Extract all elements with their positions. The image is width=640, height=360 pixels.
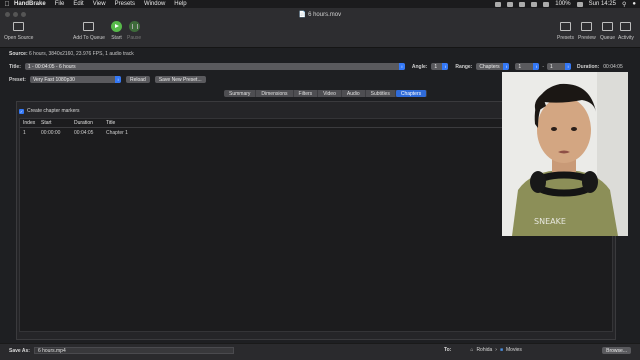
film-clapper-icon: [13, 21, 25, 32]
title-label: Title:: [9, 63, 21, 70]
bluetooth-icon[interactable]: [519, 1, 526, 7]
tab-dimensions[interactable]: Dimensions: [256, 90, 294, 97]
checkbox-checked-icon[interactable]: ✓: [19, 108, 24, 114]
column-title[interactable]: Title: [106, 120, 206, 126]
chapter-index: 1: [23, 129, 26, 136]
path-separator-icon: ›: [495, 347, 497, 353]
chevron-updown-icon: ↕: [565, 63, 572, 70]
source-info: Source: 6 hours, 3840x2160, 23.976 FPS, …: [9, 51, 134, 57]
preset-select[interactable]: Very Fast 1080p30 ↕: [29, 76, 121, 83]
tab-audio[interactable]: Audio: [342, 90, 366, 97]
range-separator: -: [542, 63, 545, 70]
column-duration[interactable]: Duration: [74, 120, 106, 126]
dropbox-icon[interactable]: [495, 1, 502, 7]
settings-tabs: Summary Dimensions Filters Video Audio S…: [224, 90, 428, 97]
chevron-updown-icon: ↕: [442, 63, 449, 70]
path-folder[interactable]: Movies: [506, 347, 522, 353]
window-toolbar: 📄 6 hours.mov Open Source Add To Queue S…: [0, 8, 640, 48]
source-value: 6 hours, 3840x2160, 23.976 FPS, 1 audio …: [29, 51, 134, 57]
menu-edit[interactable]: Edit: [73, 1, 83, 7]
battery-percent[interactable]: 100%: [555, 1, 570, 7]
menu-help[interactable]: Help: [174, 1, 186, 7]
home-folder-icon: ⌂: [470, 347, 474, 353]
angle-label: Angle:: [411, 63, 428, 70]
range-label: Range:: [455, 63, 473, 70]
menu-bar:  HandBrake File Edit View Presets Windo…: [0, 0, 640, 8]
title-row: Title: 1 - 00:04:05 - 6 hours ↕ Angle: 1…: [9, 63, 631, 70]
menu-file[interactable]: File: [55, 1, 65, 7]
tab-filters[interactable]: Filters: [294, 90, 319, 97]
activity-icon: [620, 21, 632, 32]
title-select[interactable]: 1 - 00:04:05 - 6 hours ↕: [24, 63, 405, 70]
menu-clock[interactable]: Sun 14:25: [589, 1, 616, 7]
preset-row: Preset: Very Fast 1080p30 ↕ Reload Save …: [9, 76, 206, 83]
menu-window[interactable]: Window: [144, 1, 165, 7]
webcam-overlay: SNEAKE: [502, 72, 628, 236]
to-label: To:: [444, 347, 452, 353]
start-button[interactable]: Start: [111, 21, 122, 41]
save-as-field[interactable]: 6 hours.mp4: [33, 347, 234, 354]
preview-icon: [581, 21, 593, 32]
chapter-title[interactable]: Chapter 1: [106, 130, 206, 136]
menu-presets[interactable]: Presets: [115, 1, 135, 7]
presets-button[interactable]: Presets: [557, 21, 574, 41]
presets-icon: [559, 21, 571, 32]
chevron-updown-icon: ↕: [503, 63, 510, 70]
svg-text:SNEAKE: SNEAKE: [534, 217, 566, 226]
preview-button[interactable]: Preview: [578, 21, 596, 41]
chevron-updown-icon: ↕: [533, 63, 540, 70]
tab-chapters[interactable]: Chapters: [395, 90, 428, 97]
volume-icon[interactable]: [543, 1, 550, 7]
tab-subtitles[interactable]: Subtitles: [366, 90, 396, 97]
queue-icon: [602, 21, 613, 32]
column-index[interactable]: Index: [20, 120, 41, 126]
browse-button[interactable]: Browse...: [602, 347, 631, 354]
siri-icon[interactable]: ●: [632, 1, 636, 7]
pause-button[interactable]: Pause: [127, 21, 141, 41]
menu-handbrake[interactable]: HandBrake: [14, 1, 46, 7]
tab-summary[interactable]: Summary: [224, 90, 257, 97]
queue-button[interactable]: Queue: [600, 21, 615, 41]
range-type-select[interactable]: Chapters ↕: [476, 63, 510, 70]
save-as-label: Save As:: [9, 347, 30, 354]
create-chapter-markers[interactable]: ✓ Create chapter markers: [19, 108, 80, 114]
angle-select[interactable]: 1 ↕: [431, 63, 449, 70]
folder-icon: ■: [499, 347, 503, 353]
spotlight-icon[interactable]: ⚲: [622, 1, 626, 8]
add-to-queue-button[interactable]: Add To Queue: [73, 21, 105, 41]
battery-icon[interactable]: [576, 1, 583, 7]
tab-video[interactable]: Video: [318, 90, 342, 97]
chapter-start: 00:00:00: [41, 129, 61, 136]
reload-button[interactable]: Reload: [125, 76, 150, 83]
window-title: 📄 6 hours.mov: [298, 12, 342, 18]
save-as-row: Save As: 6 hours.mp4: [9, 347, 234, 354]
duration-label: Duration:: [577, 63, 600, 70]
range-end-select[interactable]: 1 ↕: [547, 63, 572, 70]
destination-row: To: ⌂ Rohida › ■ Movies: [444, 347, 522, 353]
wifi-icon[interactable]: [531, 1, 538, 7]
pause-icon: [128, 21, 140, 32]
activity-button[interactable]: Activity: [618, 21, 634, 41]
duration-value: 00:04:05: [603, 63, 623, 70]
camera-icon[interactable]: [507, 1, 514, 7]
path-user[interactable]: Rohida: [476, 347, 492, 353]
chevron-updown-icon: ↕: [398, 63, 405, 70]
status-menus: 100% Sun 14:25 ⚲ ●: [495, 0, 636, 8]
menu-view[interactable]: View: [93, 1, 106, 7]
chevron-updown-icon: ↕: [114, 76, 121, 83]
open-source-button[interactable]: Open Source: [4, 21, 33, 41]
save-new-preset-button[interactable]: Save New Preset...: [154, 76, 206, 83]
add-queue-icon: [83, 21, 95, 32]
column-start[interactable]: Start: [41, 120, 74, 126]
preset-label: Preset:: [9, 76, 26, 83]
apple-menu-icon[interactable]: : [0, 1, 14, 8]
chapter-duration: 00:04:05: [74, 129, 94, 136]
range-start-select[interactable]: 1 ↕: [515, 63, 540, 70]
play-icon: [111, 21, 122, 32]
person-photo: SNEAKE: [502, 72, 628, 236]
